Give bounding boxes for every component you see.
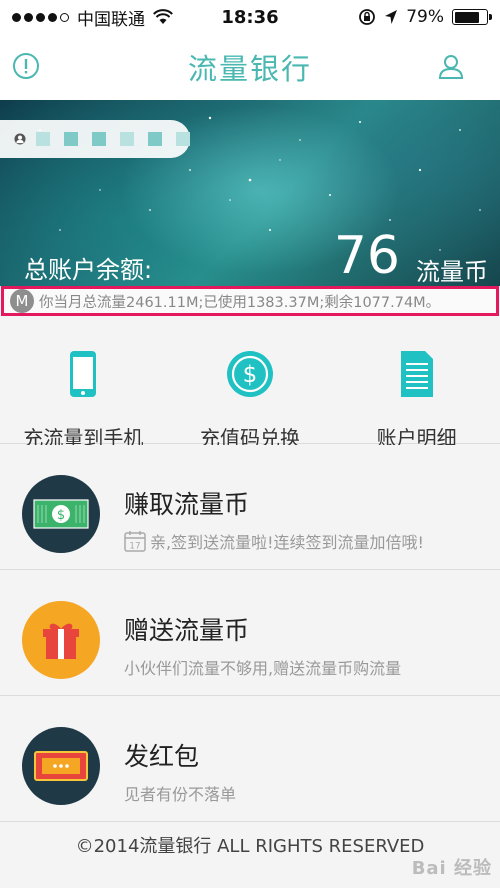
list-item-title: 赠送流量币 (124, 616, 250, 645)
earn-coins-item[interactable]: $ 赚取流量币 17 亲,签到送流量啦!连续签到流量加倍哦! (0, 445, 500, 570)
orientation-lock-icon (359, 9, 376, 25)
carrier-name: 中国联通 (77, 9, 145, 30)
battery-icon (452, 9, 492, 25)
battery-percent: 79% (406, 7, 444, 27)
balance-value: 76 (333, 226, 400, 286)
status-left: 中国联通 (12, 5, 173, 30)
wifi-icon (153, 9, 173, 24)
usage-text: 你当月总流量2461.11M;已使用1383.37M;剩余1077.74M。 (39, 294, 441, 311)
money-bill-icon: $ (33, 499, 89, 529)
avatar-icon (14, 133, 26, 145)
redeem-code-button[interactable]: $ 充值码兑换 (167, 318, 334, 450)
recharge-phone-button[interactable]: 充流量到手机 (0, 318, 167, 450)
dollar-coin-icon: $ (227, 351, 273, 397)
battery-fill (454, 11, 479, 23)
list-item-subtitle-text: 亲,签到送流量啦!连续签到流量加倍哦! (150, 533, 424, 552)
balance-label: 总账户余额: (24, 256, 153, 284)
list-item-title: 发红包 (124, 742, 200, 771)
gift-coins-item[interactable]: 赠送流量币 小伙伴们流量不够用,赠送流量币购流量 (0, 571, 500, 696)
account-banner: 总账户余额: 76 流量币 (0, 100, 500, 286)
user-chip[interactable] (0, 120, 190, 158)
list-item-title: 赚取流量币 (124, 490, 250, 519)
m-badge-icon: M (10, 289, 34, 313)
balance-unit: 流量币 (416, 258, 488, 286)
calendar-day: 17 (129, 542, 140, 552)
watermark: Bai 经验 (411, 858, 492, 879)
svg-text:$: $ (57, 508, 65, 523)
quick-actions: 充流量到手机 $ 充值码兑换 账户明细 (0, 318, 500, 450)
status-bar: 中国联通 18:36 79% (0, 0, 500, 34)
signal-dots-icon (12, 12, 69, 22)
earn-coins-icon-circle: $ (22, 475, 100, 553)
page-title: 流量银行 (187, 52, 312, 86)
account-details-button[interactable]: 账户明细 (333, 318, 500, 450)
nav-bar: 流量银行 (0, 34, 500, 100)
gift-coins-icon-circle (22, 601, 100, 679)
list-item-subtitle: 小伙伴们流量不够用,赠送流量币购流量 (124, 659, 402, 678)
red-envelope-item[interactable]: 发红包 见者有份不落单 (0, 697, 500, 822)
location-arrow-icon (385, 10, 398, 24)
red-envelope-icon (34, 751, 88, 781)
info-button[interactable] (11, 51, 41, 81)
usage-info-strip: M 你当月总流量2461.11M;已使用1383.37M;剩余1077.74M。 (1, 286, 499, 316)
status-right: 79% (358, 7, 492, 27)
calendar-17-icon: 17 (124, 531, 146, 552)
list-item-subtitle: 17 亲,签到送流量啦!连续签到流量加倍哦! (124, 529, 424, 553)
svg-text:$: $ (243, 362, 258, 388)
list-item-subtitle: 见者有份不落单 (124, 785, 237, 804)
masked-username (36, 132, 190, 146)
red-envelope-icon-circle (22, 727, 100, 805)
phone-icon (70, 351, 97, 397)
user-icon (438, 55, 464, 79)
gift-icon (43, 623, 79, 659)
info-icon (13, 53, 39, 79)
user-button[interactable] (436, 51, 466, 81)
document-list-icon (400, 351, 433, 397)
